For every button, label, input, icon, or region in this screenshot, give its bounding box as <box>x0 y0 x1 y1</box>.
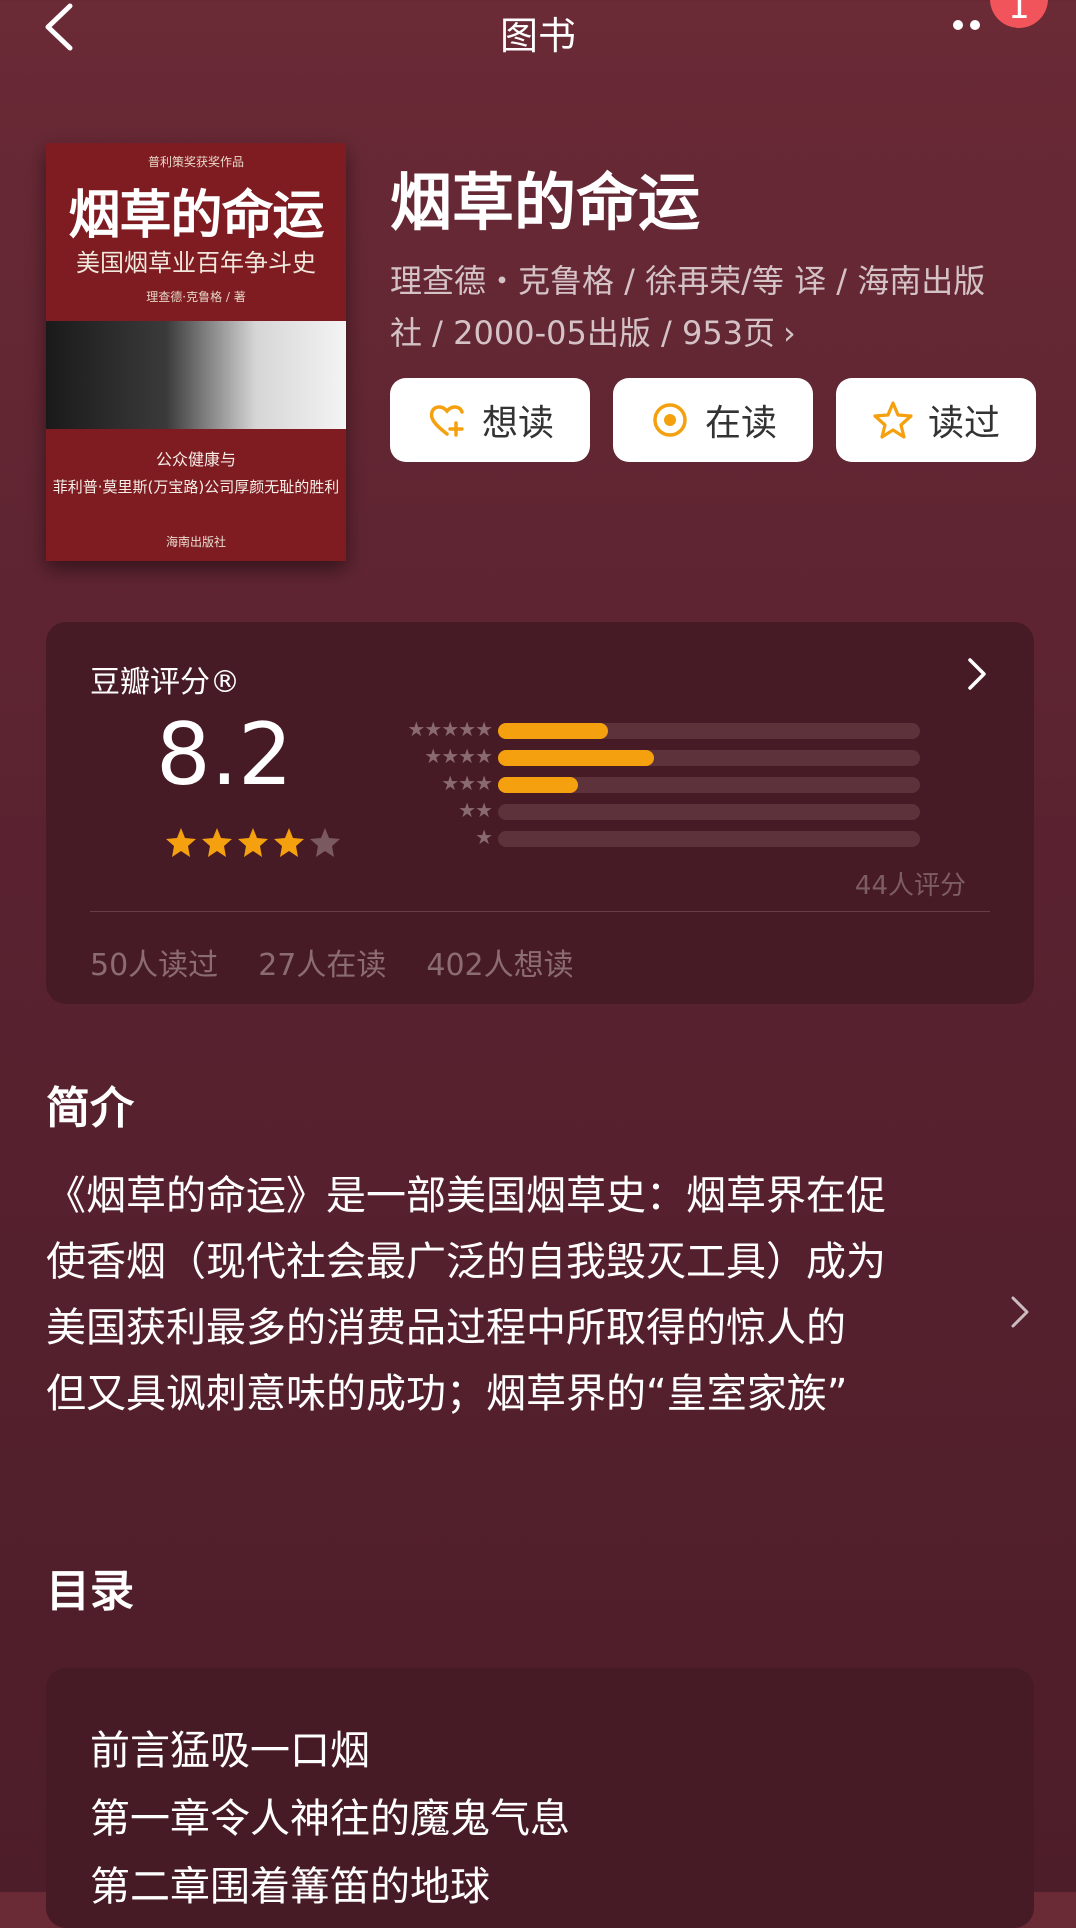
intro-text[interactable]: 《烟草的命运》是一部美国烟草史：烟草界在促 使香烟（现代社会最广泛的自我毁灭工具… <box>46 1163 996 1427</box>
intro-line: 使香烟（现代社会最广泛的自我毁灭工具）成为 <box>46 1239 886 1285</box>
intro-line: 但又具讽刺意味的成功；烟草界的“皇室家族” <box>46 1371 848 1417</box>
have-read-label: 读过 <box>927 403 1000 444</box>
toc-item[interactable]: 前言猛吸一口烟 <box>90 1718 370 1776</box>
book-meta[interactable]: 理查德・克鲁格 / 徐再荣/等 译 / 海南出版 社 / 2000-05出版 /… <box>390 255 1020 359</box>
distribution-stars-1: ★ <box>475 825 493 849</box>
more-options-icon[interactable] <box>950 10 1000 40</box>
star-empty-icon <box>310 828 340 857</box>
distribution-bar-2 <box>498 804 920 820</box>
distribution-stars-3: ★★★ <box>441 771 493 795</box>
cover-author: 理查德·克鲁格 / 著 <box>146 290 246 304</box>
cover-subtitle: 美国烟草业百年争斗史 <box>76 249 316 277</box>
reader-stats: 50人读过 27人在读 402人想读 <box>90 940 574 984</box>
distribution-fill-3 <box>498 777 579 793</box>
distribution-bar-5 <box>498 723 920 739</box>
star-outline-icon <box>873 401 913 439</box>
cover-publisher: 海南出版社 <box>165 535 226 549</box>
book-title: 烟草的命运 <box>390 166 701 239</box>
cover-title: 烟草的命运 <box>68 186 324 246</box>
distribution-stars-5: ★★★★★ <box>407 717 493 741</box>
stat-reading[interactable]: 27人在读 <box>258 940 386 984</box>
page-title: 图书 <box>499 14 576 58</box>
have-read-button[interactable]: 读过 <box>836 378 1036 462</box>
toc-item[interactable]: 第二章围着篝笛的地球 <box>90 1854 490 1912</box>
distribution-stars-4: ★★★★ <box>424 744 493 768</box>
cover-tagline-1: 公众健康与 <box>155 450 236 469</box>
stat-want[interactable]: 402人想读 <box>426 940 573 984</box>
rating-score: 8.2 <box>156 705 293 805</box>
star-filled-icon <box>202 828 232 857</box>
chevron-right-icon: › <box>783 314 796 352</box>
toc-heading: 目录 <box>46 1566 134 1617</box>
book-meta-line2: 社 / 2000-05出版 / 953页 <box>390 314 776 352</box>
star-filled-icon <box>166 828 196 857</box>
distribution-fill-4 <box>498 750 655 766</box>
intro-heading: 简介 <box>46 1083 134 1134</box>
cover-photo <box>46 321 346 429</box>
chevron-right-icon[interactable] <box>1008 1292 1032 1332</box>
toc-item[interactable]: 第一章令人神往的魔鬼气息 <box>90 1786 570 1844</box>
star-filled-icon <box>274 828 304 857</box>
want-to-read-label: 想读 <box>481 403 554 444</box>
distribution-fill-5 <box>498 723 608 739</box>
book-cover[interactable]: 普利策奖获奖作品 烟草的命运 美国烟草业百年争斗史 理查德·克鲁格 / 著 公众… <box>46 143 346 561</box>
reading-label: 在读 <box>704 403 777 444</box>
toc-card[interactable]: 前言猛吸一口烟 第一章令人神往的魔鬼气息 第二章围着篝笛的地球 <box>46 1668 1034 1928</box>
distribution-stars-2: ★★ <box>458 798 493 822</box>
rating-count: 44人评分 <box>854 871 966 901</box>
stat-read[interactable]: 50人读过 <box>90 940 218 984</box>
card-divider <box>90 911 990 912</box>
intro-line: 美国获利最多的消费品过程中所取得的惊人的 <box>46 1305 846 1351</box>
distribution-bar-4 <box>498 750 920 766</box>
reading-button[interactable]: 在读 <box>613 378 813 462</box>
star-filled-icon <box>238 828 268 857</box>
want-to-read-button[interactable]: 想读 <box>390 378 590 462</box>
rating-title: 豆瓣评分® <box>90 665 240 700</box>
target-icon <box>653 403 687 437</box>
distribution-bar-3 <box>498 777 920 793</box>
intro-line: 《烟草的命运》是一部美国烟草史：烟草界在促 <box>46 1173 886 1219</box>
cover-award-text: 普利策奖获奖作品 <box>147 155 244 169</box>
distribution-bar-1 <box>498 831 920 847</box>
book-meta-line1: 理查德・克鲁格 / 徐再荣/等 译 / 海南出版 <box>390 262 986 300</box>
rating-stars <box>164 826 342 866</box>
heart-plus-icon <box>429 405 464 437</box>
cover-tagline-2: 菲利普·莫里斯(万宝路)公司厚颜无耻的胜利 <box>52 478 340 496</box>
chevron-right-icon[interactable] <box>964 654 990 694</box>
rating-card[interactable]: 豆瓣评分® 8.2 ★★★★★ ★★★★ ★★★ ★★ ★ 44人评分 50人读… <box>46 622 1034 1004</box>
